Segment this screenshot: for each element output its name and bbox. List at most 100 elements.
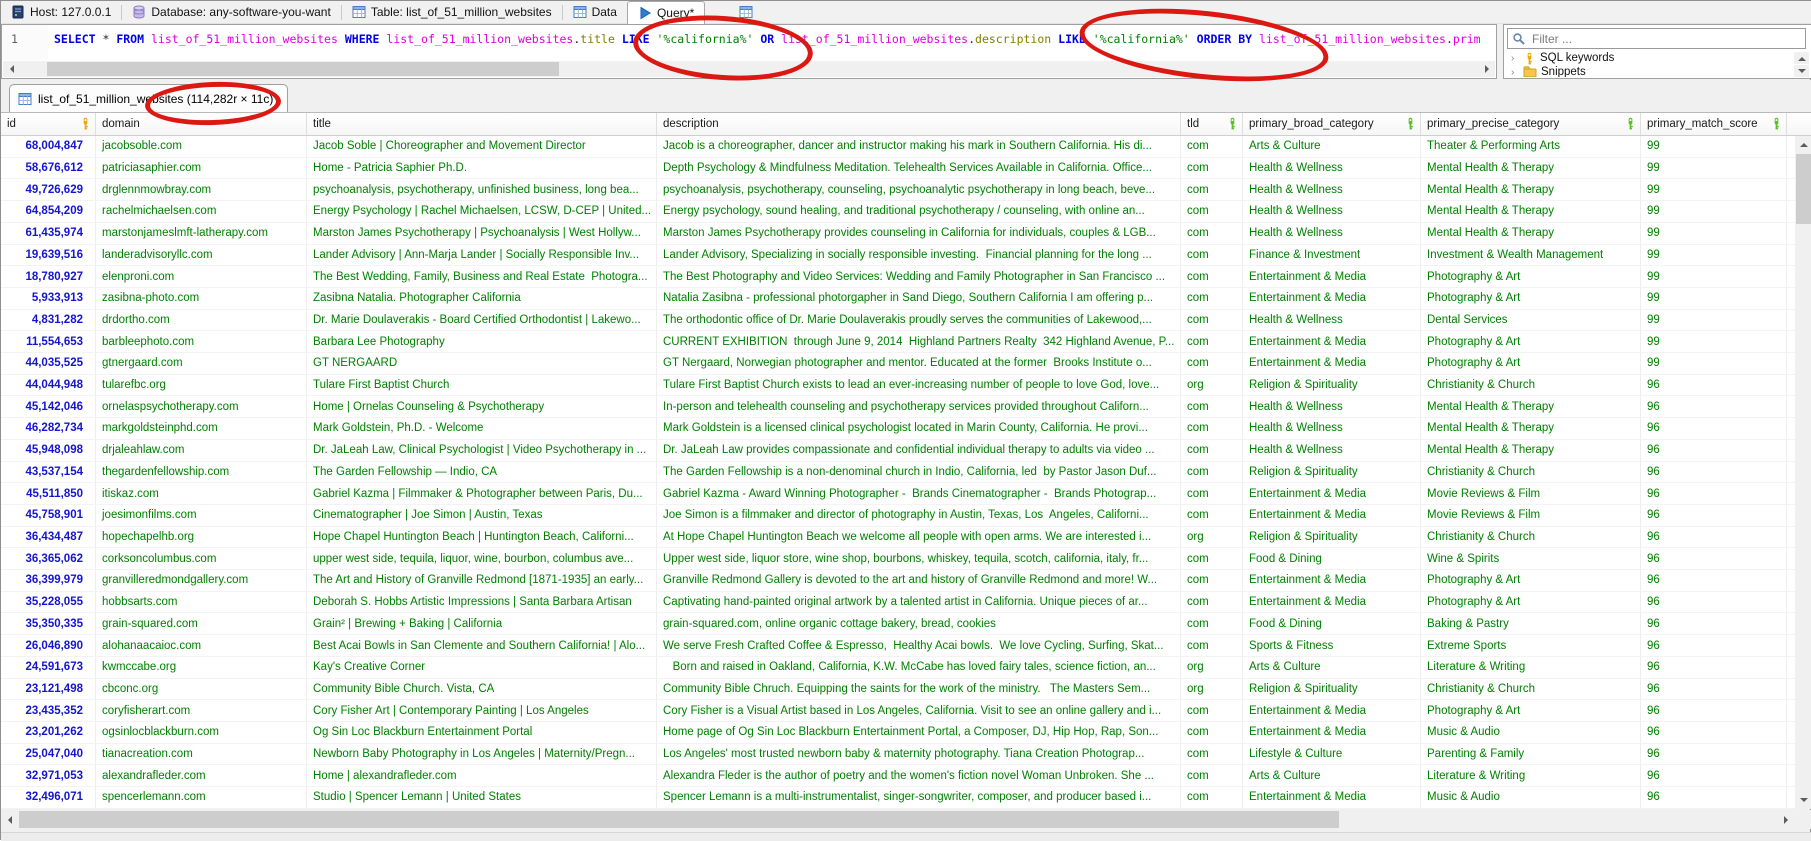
cell-primary_match_score[interactable]: 96 (1641, 439, 1787, 461)
cell-id[interactable]: 45,511,850 (1, 483, 96, 504)
cell-tld[interactable]: com (1181, 287, 1243, 309)
cell-primary_precise_category[interactable]: Mental Health & Therapy (1421, 201, 1641, 222)
cell-primary_broad_category[interactable]: Entertainment & Media (1243, 700, 1421, 721)
cell-primary_broad_category[interactable]: Entertainment & Media (1243, 287, 1421, 309)
cell-primary_precise_category[interactable]: Christianity & Church (1421, 461, 1641, 483)
cell-primary_broad_category[interactable]: Food & Dining (1243, 613, 1421, 635)
table-row[interactable]: 46,282,734 markgoldsteinphd.com Mark Golds… (1, 418, 1795, 440)
cell-tld[interactable]: com (1181, 613, 1243, 635)
cell-domain[interactable]: granvilleredmondgallery.com (96, 570, 307, 591)
cell-title[interactable]: Gabriel Kazma | Filmmaker & Photographer… (307, 483, 657, 504)
cell-title[interactable]: Jacob Soble | Choreographer and Movement… (307, 136, 657, 157)
table-row[interactable]: 35,228,055 hobbsarts.com Deborah S. Hobbs … (1, 591, 1795, 614)
table-row[interactable]: 44,044,948 tularefbc.org Tulare First Bapt… (1, 374, 1795, 397)
table-row[interactable]: 44,035,525 gtnergaard.com GT NERGAARD GT Ne… (1, 353, 1795, 375)
cell-primary_precise_category[interactable]: Photography & Art (1421, 287, 1641, 309)
cell-primary_match_score[interactable]: 96 (1641, 418, 1787, 439)
cell-domain[interactable]: itiskaz.com (96, 483, 307, 504)
cell-primary_broad_category[interactable]: Sports & Fitness (1243, 635, 1421, 656)
table-row[interactable]: 19,639,516 landeradvisoryllc.com Lander Ad… (1, 244, 1795, 267)
grid-vscrollbar-thumb[interactable] (1796, 154, 1811, 224)
cell-title[interactable]: upper west side, tequila, liquor, wine, … (307, 548, 657, 570)
cell-primary_precise_category[interactable]: Music & Audio (1421, 787, 1641, 808)
cell-description[interactable]: Home page of Og Sin Loc Blackburn Entert… (657, 721, 1181, 743)
cell-primary_match_score[interactable]: 96 (1641, 548, 1787, 570)
cell-id[interactable]: 49,726,629 (1, 179, 96, 201)
cell-primary_match_score[interactable]: 96 (1641, 700, 1787, 721)
grid-hscrollbar-thumb[interactable] (19, 811, 1339, 828)
cell-domain[interactable]: drglennmowbray.com (96, 179, 307, 201)
cell-domain[interactable]: coryfisherart.com (96, 700, 307, 721)
cell-primary_match_score[interactable]: 96 (1641, 721, 1787, 743)
cell-primary_broad_category[interactable]: Food & Dining (1243, 548, 1421, 570)
cell-description[interactable]: GT Nergaard, Norwegian photographer and … (657, 353, 1181, 374)
cell-tld[interactable]: com (1181, 483, 1243, 504)
cell-id[interactable]: 32,496,071 (1, 787, 96, 808)
main-tab-database-any-software-you-want[interactable]: Database: any-software-you-want (122, 1, 340, 24)
cell-domain[interactable]: alexandrafleder.com (96, 765, 307, 787)
cell-domain[interactable]: landeradvisoryllc.com (96, 244, 307, 266)
cell-description[interactable]: Joe Simon is a filmmaker and director of… (657, 504, 1181, 526)
column-header-primary_match_score[interactable]: primary_match_score (1641, 113, 1787, 135)
cell-primary_match_score[interactable]: 96 (1641, 570, 1787, 591)
cell-id[interactable]: 18,780,927 (1, 266, 96, 287)
cell-tld[interactable]: com (1181, 721, 1243, 743)
grid-horizontal-scrollbar[interactable] (1, 810, 1795, 829)
cell-description[interactable]: Captivating hand-painted original artwor… (657, 591, 1181, 613)
cell-id[interactable]: 5,933,913 (1, 287, 96, 309)
cell-tld[interactable]: com (1181, 591, 1243, 613)
cell-domain[interactable]: zasibna-photo.com (96, 287, 307, 309)
table-row[interactable]: 32,971,053 alexandrafleder.com Home | alex… (1, 765, 1795, 788)
cell-primary_precise_category[interactable]: Parenting & Family (1421, 743, 1641, 765)
cell-domain[interactable]: alohanaacaioc.com (96, 635, 307, 656)
cell-title[interactable]: GT NERGAARD (307, 353, 657, 374)
cell-tld[interactable]: com (1181, 635, 1243, 656)
cell-domain[interactable]: tianacreation.com (96, 743, 307, 765)
column-header-id[interactable]: id (1, 113, 96, 135)
cell-primary_match_score[interactable]: 96 (1641, 504, 1787, 526)
table-row[interactable]: 23,121,498 cbconc.org Community Bible Chur… (1, 678, 1795, 701)
sql-query-text[interactable]: SELECT * FROM list_of_51_million_website… (54, 32, 1494, 48)
cell-domain[interactable]: hopechapelhb.org (96, 526, 307, 548)
cell-primary_precise_category[interactable]: Baking & Pastry (1421, 613, 1641, 635)
grid-scroll-up-button[interactable] (1795, 136, 1811, 153)
column-header-primary_precise_category[interactable]: primary_precise_category (1421, 113, 1641, 135)
cell-title[interactable]: Studio | Spencer Lemann | United States (307, 787, 657, 808)
cell-primary_precise_category[interactable]: Photography & Art (1421, 266, 1641, 287)
main-tab-query[interactable]: Query* (626, 0, 706, 24)
cell-primary_match_score[interactable]: 99 (1641, 309, 1787, 331)
cell-description[interactable]: The orthodontic office of Dr. Marie Doul… (657, 309, 1181, 331)
cell-primary_match_score[interactable]: 96 (1641, 613, 1787, 635)
cell-description[interactable]: Depth Psychology & Mindfulness Meditatio… (657, 157, 1181, 179)
table-row[interactable]: 11,554,653 barbleephoto.com Barbara Lee Ph… (1, 331, 1795, 354)
cell-primary_match_score[interactable]: 99 (1641, 287, 1787, 309)
cell-title[interactable]: Dr. Marie Doulaverakis - Board Certified… (307, 309, 657, 331)
cell-description[interactable]: In-person and telehealth counseling and … (657, 396, 1181, 418)
cell-primary_precise_category[interactable]: Photography & Art (1421, 331, 1641, 353)
cell-id[interactable]: 26,046,890 (1, 635, 96, 656)
cell-id[interactable]: 44,035,525 (1, 353, 96, 374)
cell-primary_broad_category[interactable]: Health & Wellness (1243, 157, 1421, 179)
cell-tld[interactable]: com (1181, 787, 1243, 808)
table-row[interactable]: 35,350,335 grain-squared.com Grain² | Brew… (1, 613, 1795, 636)
cell-primary_match_score[interactable]: 96 (1641, 483, 1787, 504)
cell-title[interactable]: Barbara Lee Photography (307, 331, 657, 353)
cell-description[interactable]: Cory Fisher is a Visual Artist based in … (657, 700, 1181, 721)
cell-tld[interactable]: org (1181, 656, 1243, 678)
cell-domain[interactable]: tularefbc.org (96, 374, 307, 396)
cell-title[interactable]: Tulare First Baptist Church (307, 374, 657, 396)
filter-input[interactable] (1530, 30, 1805, 47)
cell-domain[interactable]: drjaleahlaw.com (96, 439, 307, 461)
cell-tld[interactable]: com (1181, 201, 1243, 222)
results-grid[interactable]: 68,004,847 jacobsoble.com Jacob Soble | Ch… (1, 136, 1795, 809)
cell-primary_match_score[interactable]: 99 (1641, 266, 1787, 287)
main-tab-table-list-of-51-million-websites[interactable]: Table: list_of_51_million_websites (342, 1, 562, 24)
editor-scrollbar-thumb[interactable] (47, 62, 559, 76)
cell-tld[interactable]: com (1181, 157, 1243, 179)
cell-primary_broad_category[interactable]: Entertainment & Media (1243, 721, 1421, 743)
cell-primary_broad_category[interactable]: Entertainment & Media (1243, 504, 1421, 526)
result-tab[interactable]: list_of_51_million_websites (114,282r × … (9, 84, 289, 112)
cell-primary_precise_category[interactable]: Mental Health & Therapy (1421, 396, 1641, 418)
cell-primary_precise_category[interactable]: Christianity & Church (1421, 678, 1641, 700)
cell-title[interactable]: Best Acai Bowls in San Clemente and Sout… (307, 635, 657, 656)
